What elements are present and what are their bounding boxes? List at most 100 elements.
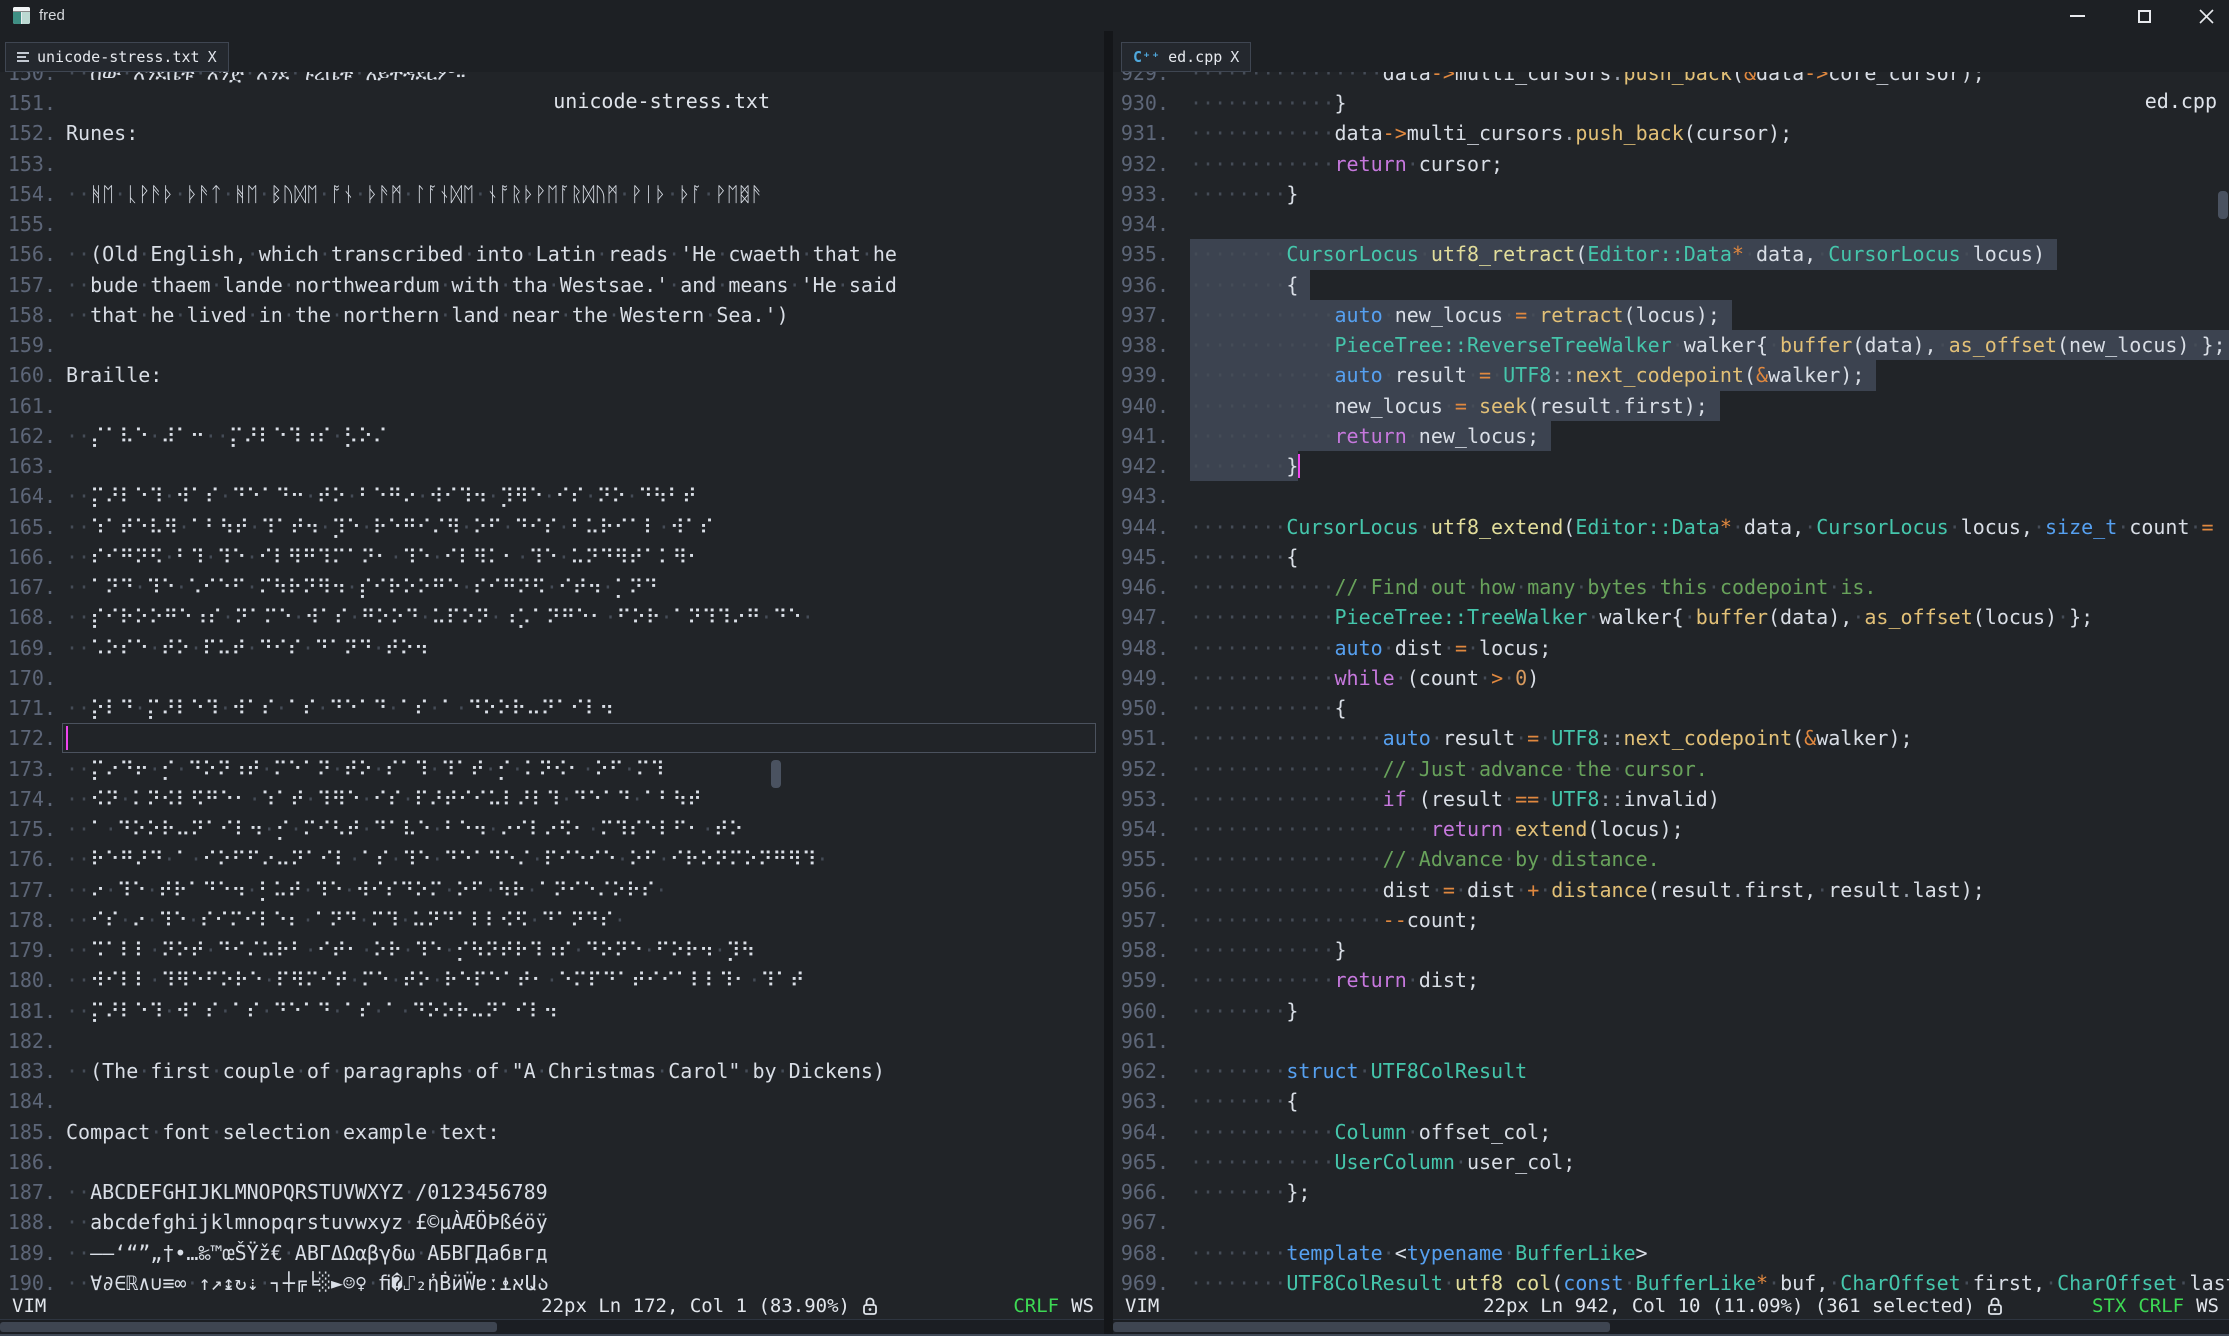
whitespace-dots: · — [602, 575, 614, 599]
code-token: ⠍⠊⠣⠞ — [302, 817, 361, 841]
whitespace-dots: · — [349, 605, 361, 629]
code-token: codepoint — [1720, 575, 1828, 599]
whitespace-dots: · — [1467, 363, 1479, 387]
code-token: return — [1335, 152, 1407, 176]
code-text: ··∀∂∈ℝ∧∪≡∞·↑↗↨↻⇣·┐┼╔╘░►☺♀·ﬁ�⑀₂ἠḂӥẄɐː⍎אԱა — [66, 1268, 549, 1292]
code-token: if — [1383, 787, 1407, 811]
code-token: data, — [1756, 242, 1816, 266]
status-indicator-ws[interactable]: WS — [1071, 1292, 1094, 1320]
code-token: ⠋⠕⠗⠲ — [655, 938, 714, 962]
code-line: 164.··⡍⠜⠇⠑⠹·⠺⠁⠎·⠙⠑⠁⠙⠒·⠞⠕·⠃⠑⠛⠔·⠺⠊⠹⠲·⡹⠻⠑·⠊… — [0, 481, 1104, 511]
code-token: utf8_extend — [1431, 515, 1563, 539]
status-indicator-ws[interactable]: WS — [2196, 1292, 2219, 1320]
editor-viewport[interactable]: 929.················data->multi_cursors.… — [1113, 72, 2229, 1292]
code-token: ⠙⠕⠝⠑ — [585, 938, 644, 962]
whitespace-dots: · — [149, 757, 161, 781]
tab-ed-cpp[interactable]: C⁺⁺ ed.cpp X — [1121, 42, 1251, 72]
code-token: tha — [512, 273, 548, 297]
horizontal-scrollbar[interactable] — [0, 1319, 1104, 1334]
tab-close-icon[interactable]: X — [1230, 48, 1239, 66]
code-text: ········} — [1190, 179, 1298, 209]
close-button[interactable] — [2189, 6, 2223, 26]
whitespace-dots: · — [543, 484, 555, 508]
line-number: 160. — [0, 360, 56, 390]
whitespace-dots: ·· — [66, 424, 90, 448]
code-token: result — [1443, 726, 1515, 750]
whitespace-dots: · — [195, 72, 207, 85]
code-token: ⠙⠊⠌⠥⠗⠃ — [217, 938, 305, 962]
whitespace-dots: · — [163, 999, 175, 1023]
code-token: ⠁ — [90, 817, 105, 841]
code-token: ⠹⠑ — [217, 545, 246, 569]
whitespace-dots: · — [105, 878, 117, 902]
whitespace-dots: · — [331, 303, 343, 327]
maximize-button[interactable] — [2127, 6, 2161, 26]
code-token: ⡊ — [161, 757, 176, 781]
horizontal-scrollbar[interactable] — [1113, 1319, 2229, 1334]
whitespace-dots: · — [643, 938, 655, 962]
whitespace-dots: · — [614, 908, 626, 932]
code-token: ⠞⠕ — [402, 968, 431, 992]
code-token: ⠎⠁⠹ — [385, 757, 429, 781]
code-token: ⡊ — [497, 757, 512, 781]
code-token: (data), — [1852, 333, 1936, 357]
whitespace-dots: · — [247, 303, 259, 327]
line-number: 168. — [0, 602, 56, 632]
vertical-scrollbar-thumb[interactable] — [2218, 191, 2228, 219]
whitespace-dots: · — [1949, 515, 1961, 539]
whitespace-dots: ········ — [1190, 545, 1286, 569]
code-token: ⠁⠎ — [399, 696, 428, 720]
line-number: 183. — [0, 1056, 56, 1086]
code-token: እንደ — [256, 72, 289, 85]
whitespace-dots: · — [490, 605, 502, 629]
whitespace-dots: · — [373, 757, 385, 781]
whitespace-dots: · — [561, 787, 573, 811]
whitespace-dots: · — [560, 303, 572, 327]
status-indicator-crlf[interactable]: CRLF — [1013, 1292, 1059, 1320]
whitespace-dots: · — [1575, 575, 1587, 599]
lock-icon[interactable] — [862, 1296, 878, 1316]
code-token: CursorLocus — [1816, 515, 1948, 539]
editor-viewport[interactable]: 150.··ሰው·እንደቤቱ·እንጅ·እንደ·ጉረቤቱ·አይተዳደርም።151.… — [0, 72, 1104, 1292]
code-token: ⡌⠁⠧⠑ — [90, 424, 149, 448]
whitespace-dots: · — [1539, 878, 1551, 902]
horizontal-scrollbar-thumb[interactable] — [0, 1322, 497, 1332]
code-text: ··⠩⠁⠇⠇·⠝⠕⠞·⠙⠊⠌⠥⠗⠃·⠊⠞⠂·⠕⠗·⠹⠑·⡊⠳⠝⠞⠗⠹⠰⠎·⠙⠕⠝… — [66, 935, 755, 965]
minimize-button[interactable] — [2060, 6, 2094, 26]
vertical-scrollbar-thumb[interactable] — [771, 760, 781, 788]
code-token: ⠪⠝ — [90, 787, 119, 811]
whitespace-dots: · — [714, 938, 726, 962]
code-token: Find — [1371, 575, 1419, 599]
whitespace-dots: · — [2190, 515, 2202, 539]
tab-unicode-stress-txt[interactable]: unicode-stress.txt X — [5, 42, 229, 72]
whitespace-dots: · — [585, 484, 597, 508]
status-indicator-stx[interactable]: STX — [2092, 1292, 2126, 1320]
whitespace-dots: ·· — [66, 817, 90, 841]
whitespace-dots: ·· — [66, 878, 90, 902]
horizontal-scrollbar-thumb[interactable] — [1113, 1322, 1610, 1332]
whitespace-dots: · — [261, 757, 273, 781]
code-text: ············Column·offset_col; — [1190, 1117, 1551, 1147]
code-token: ⡹⠑ — [331, 515, 360, 539]
whitespace-dots: ············ — [1190, 605, 1335, 629]
line-number: 952. — [1113, 754, 1169, 784]
tab-close-icon[interactable]: X — [208, 48, 217, 66]
code-token: ⠺⠁⠎ — [231, 696, 275, 720]
code-line: 964.············Column·offset_col; — [1113, 1117, 2229, 1147]
code-token: this — [1660, 575, 1708, 599]
mode-indicator: VIM — [12, 1292, 46, 1320]
status-indicator-crlf[interactable]: CRLF — [2138, 1292, 2184, 1320]
whitespace-dots: · — [105, 817, 117, 841]
whitespace-dots: · — [222, 182, 234, 206]
code-text: ··⠁⠝⠙·⠹⠑·⠡⠊⠑⠋·⠍⠳⠗⠝⠻⠲·⡎⠊⠗⠕⠕⠛⠑·⠎⠊⠛⠝⠫·⠊⠞⠲·⡁… — [66, 572, 658, 602]
pane-divider[interactable] — [1104, 31, 1113, 1336]
code-token: ⠺⠁⠎ — [175, 999, 219, 1023]
whitespace-dots: · — [517, 545, 529, 569]
code-line: 173.··⡍⠔⠙⠖·⡊·⠙⠕⠝⠰⠞·⠍⠑⠁⠝·⠞⠕·⠎⠁⠹·⠹⠁⠞·⡊·⠅⠝⠪… — [0, 754, 1104, 784]
whitespace-dots: · — [1395, 666, 1407, 690]
filename-overlay: unicode-stress.txt — [553, 89, 770, 113]
whitespace-dots: · — [146, 908, 158, 932]
lock-icon[interactable] — [1987, 1296, 2003, 1316]
code-token: :: — [1599, 787, 1623, 811]
code-token: locus; — [1479, 636, 1551, 660]
